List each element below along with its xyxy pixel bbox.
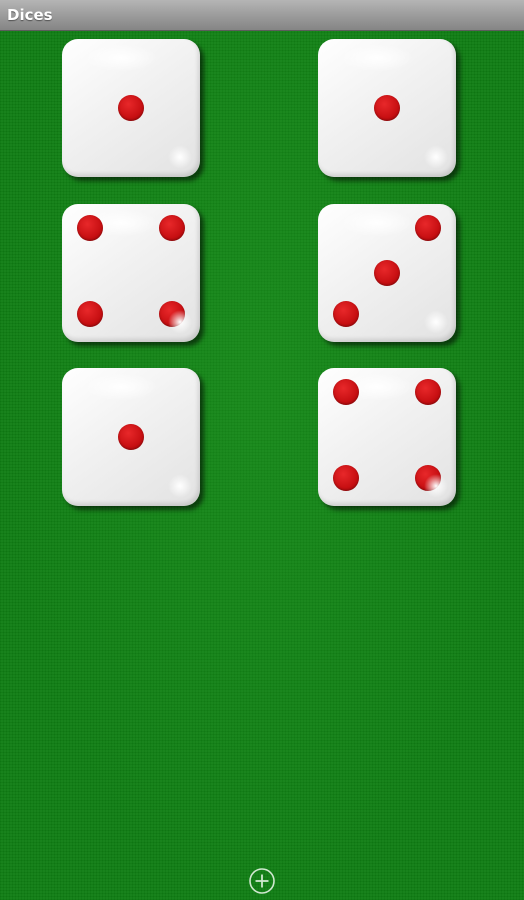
title-bar: Dices bbox=[0, 0, 524, 31]
die-shine bbox=[168, 145, 192, 169]
die-5[interactable] bbox=[62, 368, 200, 506]
pip bbox=[415, 215, 441, 241]
pip bbox=[159, 215, 185, 241]
die-shine bbox=[424, 310, 448, 334]
die-shine bbox=[168, 474, 192, 498]
pip bbox=[159, 301, 185, 327]
die-6[interactable] bbox=[318, 368, 456, 506]
pip bbox=[333, 379, 359, 405]
plus-circle-icon bbox=[249, 868, 275, 894]
add-die-button[interactable] bbox=[248, 867, 276, 895]
die-gloss bbox=[342, 45, 412, 71]
pip bbox=[415, 379, 441, 405]
pip bbox=[333, 465, 359, 491]
die-3[interactable] bbox=[62, 204, 200, 342]
pip bbox=[333, 301, 359, 327]
pip bbox=[118, 424, 144, 450]
pip bbox=[77, 215, 103, 241]
pip bbox=[415, 465, 441, 491]
die-gloss bbox=[86, 374, 156, 400]
pip bbox=[118, 95, 144, 121]
die-shine bbox=[424, 145, 448, 169]
die-gloss bbox=[342, 210, 412, 236]
pip bbox=[374, 260, 400, 286]
pip bbox=[77, 301, 103, 327]
die-gloss bbox=[86, 45, 156, 71]
pip bbox=[374, 95, 400, 121]
app-title: Dices bbox=[7, 6, 53, 24]
die-1[interactable] bbox=[62, 39, 200, 177]
die-2[interactable] bbox=[318, 39, 456, 177]
die-4[interactable] bbox=[318, 204, 456, 342]
